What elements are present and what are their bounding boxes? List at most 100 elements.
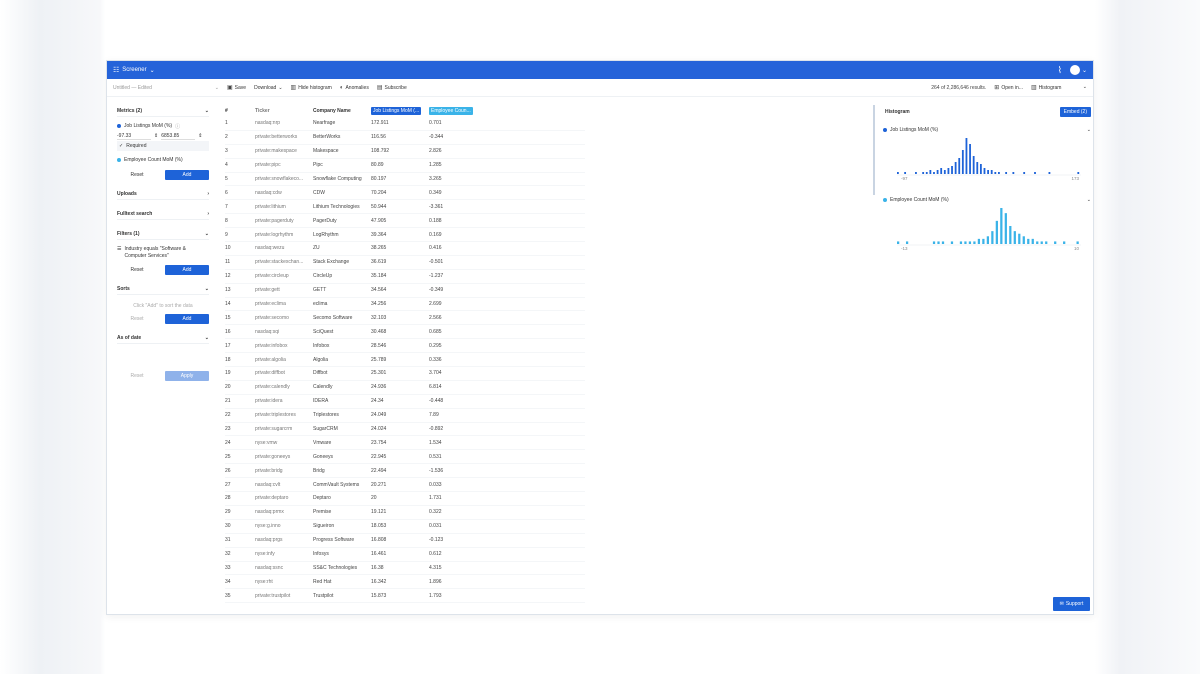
table-row[interactable]: 1 nasdaq:nrp Nearfrage 172.911 0.701 [225,117,585,131]
histogram-bar[interactable] [977,238,981,244]
histogram-bar[interactable] [905,241,909,244]
subscribe-button[interactable]: ▤ Subscribe [377,84,407,92]
histogram-bar[interactable] [897,172,899,174]
table-row[interactable]: 8 private:pagerduty PagerDuty 47.905 0.188 [225,214,585,229]
histogram-bar[interactable] [929,170,932,174]
column-header-employee-count[interactable]: Employee Coun... [429,107,473,115]
histogram-bar[interactable] [1018,233,1021,244]
table-row[interactable]: 26 private:bridg Bridg 22.494 -1.536 [225,464,585,479]
table-row[interactable]: 21 private:idera IDERA 24.34 -0.448 [225,395,585,409]
histogram-bar[interactable] [951,166,953,174]
chevron-down-icon[interactable]: ⌄ [1082,67,1087,74]
histogram-bar[interactable] [982,238,985,244]
histogram-bar[interactable] [1076,241,1079,244]
reset-button[interactable]: Reset [117,316,157,322]
table-row[interactable]: 10 nasdaq:wezu ZU 38.265 0.416 [225,242,585,256]
table-row[interactable]: 31 nasdaq:prgs Progress Software 16.808 -0.1… [225,534,585,548]
required-toggle[interactable]: ✓ Required [117,141,209,151]
histogram-bar[interactable] [950,241,954,244]
chevron-down-icon[interactable]: ⌄ [1087,197,1091,203]
histogram-bar[interactable] [959,241,963,244]
apply-button[interactable]: Apply [165,370,209,381]
activity-icon[interactable]: ⌇ [1058,65,1062,76]
table-row[interactable]: 11 private:stackexchan... Stack Exchange 36… [225,256,585,270]
table-row[interactable]: 19 private:diffbot Diffbot 25.301 3.704 [225,367,585,381]
metric-item[interactable]: Employee Count MoM (%) [117,155,209,165]
histogram-bar[interactable] [943,170,946,174]
table-row[interactable]: 24 nyse:vmw Vmware 23.754 1.534 [225,436,585,451]
reset-button[interactable]: Reset [117,267,157,273]
table-row[interactable]: 32 nyse:infy Infosys 16.461 0.612 [225,548,585,562]
screener-menu[interactable]: ☷ Screener ⌄ [113,66,155,74]
histogram-bar[interactable] [954,162,957,174]
table-row[interactable]: 20 private:calendly Calendly 24.936 6.814 [225,381,585,395]
histogram-bar[interactable] [1027,238,1030,244]
histogram-bar[interactable] [973,241,976,244]
table-row[interactable]: 3 private:makespace Makespace 108.792 2.826 [225,145,585,159]
reset-button[interactable]: Reset [117,373,157,379]
table-row[interactable]: 15 private:secomo Secomo Software 32.103 2.5… [225,311,585,326]
histogram-bar[interactable] [979,164,982,174]
histogram-bar[interactable] [969,144,971,174]
histogram-bar[interactable] [1023,172,1026,174]
embed-button[interactable]: Embed (2) [1059,107,1091,117]
table-row[interactable]: 18 private:algolia Algolia 25.789 0.336 [225,353,585,368]
histogram-bar[interactable] [936,170,939,174]
histogram-bar[interactable] [1045,241,1048,244]
filters-section-header[interactable]: Filters (1) ⌄ [117,228,209,240]
histogram-bar[interactable] [932,241,936,244]
column-header-company[interactable]: Company Name [313,108,371,114]
histogram-bar[interactable] [1005,172,1008,174]
histogram-bar[interactable] [998,172,1000,174]
chevron-down-icon[interactable]: ⌄ [1087,127,1091,133]
document-title-field[interactable]: Untitled — Edited ⌄ [113,85,219,91]
add-button[interactable]: Add [165,169,209,180]
table-row[interactable]: 34 nyse:rht Red Hat 16.342 1.896 [225,575,585,590]
fulltext-section-header[interactable]: Fulltext search › [117,208,209,220]
histogram-bar[interactable] [990,170,993,174]
open-in-button[interactable]: ⊞ Open in... [994,84,1023,92]
stepper-icon[interactable]: ⇕ [198,133,202,139]
histogram-bar[interactable] [1054,241,1057,244]
metric-item[interactable]: Job Listings MoM (%) ⓘ [117,121,209,131]
histogram-bar[interactable] [1036,241,1039,244]
histogram-bar[interactable] [897,241,900,244]
histogram-bar[interactable] [941,241,945,244]
table-row[interactable]: 2 private:betterworks BetterWorks 116.56 -0.… [225,131,585,145]
histogram-bar[interactable] [983,168,986,174]
histogram-bar[interactable] [995,220,998,244]
histogram-bar[interactable] [1077,172,1080,174]
table-row[interactable]: 14 private:eclima eclima 34.256 2.699 [225,298,585,312]
table-row[interactable]: 28 private:deptaro Deptaro 20 1.731 [225,492,585,506]
histogram-bar[interactable] [1013,231,1016,244]
histogram-bar[interactable] [940,168,943,174]
histogram-bar[interactable] [925,172,928,174]
column-header-ticker[interactable]: Ticker [255,108,313,114]
histogram-bar[interactable] [1040,241,1043,244]
table-row[interactable]: 33 nasdaq:ssnc SS&C Technologies 16.38 4.315 [225,562,585,576]
histogram-bar[interactable] [904,172,907,174]
table-row[interactable]: 27 nasdaq:cvlt CommVault Systems 20.271 0.03… [225,478,585,493]
histogram-bar[interactable] [986,236,989,244]
filter-item[interactable]: ☰ Industry equals "Software & Computer S… [117,246,209,260]
uploads-section-header[interactable]: Uploads › [117,188,209,200]
table-row[interactable]: 35 private:trustpilot Trustpilot 15.873 1.79… [225,589,585,604]
add-button[interactable]: Add [165,313,209,324]
table-row[interactable]: 17 private:infobox Infobox 28.546 0.295 [225,339,585,354]
support-button[interactable]: ✉ Support [1053,597,1090,611]
anomalies-button[interactable]: ◐ Anomalies [340,85,369,91]
histogram-bar[interactable] [1004,213,1007,244]
histogram-bar[interactable] [965,138,968,174]
view-select[interactable]: ▥ Histogram ⌄ [1031,84,1087,91]
table-row[interactable]: 4 private:pipc Pipc 80.89 1.285 [225,159,585,173]
hide-histogram-button[interactable]: ▥ Hide histogram [291,84,332,92]
histogram-bar[interactable] [961,150,964,174]
histogram-bar[interactable] [968,241,972,244]
column-header-job-listings[interactable]: Job Listings MoM (... [371,107,422,115]
table-row[interactable]: 13 private:gett GETT 34.564 -0.349 [225,284,585,298]
histogram-bar[interactable] [1048,172,1051,174]
histogram-bar[interactable] [972,156,975,174]
histogram-bar[interactable] [987,170,989,174]
histogram-bar[interactable] [1009,226,1012,244]
histogram-bar[interactable] [915,172,917,174]
